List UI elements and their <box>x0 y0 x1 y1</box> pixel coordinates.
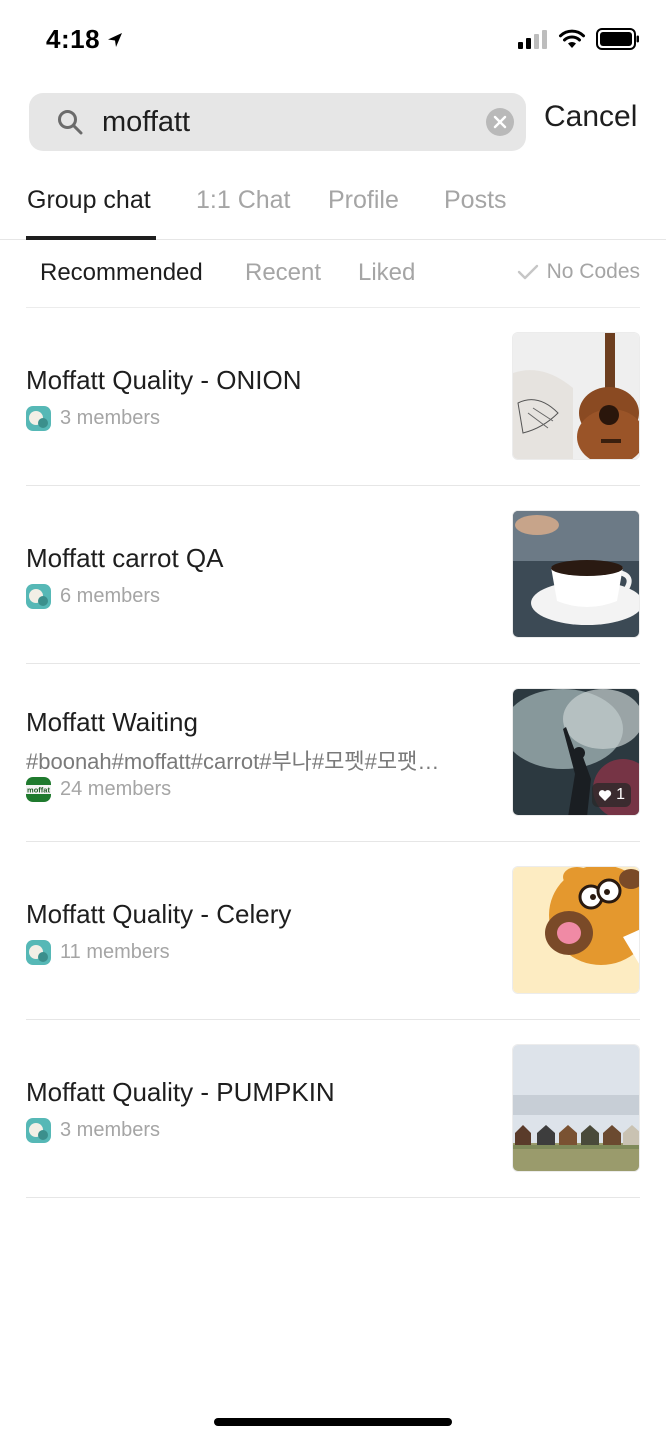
chat-meta: 3 members <box>26 1118 160 1143</box>
tab-group-chat[interactable]: Group chat <box>27 186 151 215</box>
chat-thumbnail <box>512 1044 640 1172</box>
tab-profile[interactable]: Profile <box>328 186 399 215</box>
filter-recent[interactable]: Recent <box>245 259 321 287</box>
member-count: 11 members <box>60 941 170 963</box>
battery-icon <box>596 28 639 50</box>
home-indicator[interactable] <box>214 1418 452 1426</box>
chat-thumbnail <box>512 510 640 638</box>
like-badge: 1 <box>592 783 631 807</box>
chat-meta: 3 members <box>26 406 160 431</box>
no-codes-toggle[interactable]: No Codes <box>517 260 640 284</box>
status-time: 4:18 <box>46 24 124 55</box>
chat-title: Moffatt Quality - ONION <box>26 365 302 395</box>
avatar: moffat <box>26 777 51 802</box>
tab-one-to-one-chat[interactable]: 1:1 Chat <box>196 186 291 215</box>
avatar-logo-text: moffat <box>27 786 50 795</box>
status-time-text: 4:18 <box>46 24 101 54</box>
chat-hashtags: #boonah#moffatt#carrot#부나#모펫#모팻… <box>26 749 440 774</box>
member-count: 24 members <box>60 778 172 800</box>
avatar <box>26 1118 51 1143</box>
member-count: 3 members <box>60 407 161 429</box>
tab-posts[interactable]: Posts <box>444 186 507 215</box>
checkmark-icon <box>517 264 538 280</box>
cellular-signal-icon <box>518 30 547 49</box>
row-divider <box>26 1197 640 1198</box>
chat-meta: 6 members <box>26 584 160 609</box>
cancel-button[interactable]: Cancel <box>544 100 637 134</box>
chat-meta: moffat 24 members <box>26 777 171 802</box>
chat-thumbnail <box>512 332 640 460</box>
list-item[interactable]: Moffatt Waiting #boonah#moffatt#carrot#부… <box>0 664 666 842</box>
search-input[interactable] <box>102 98 472 146</box>
close-icon <box>493 115 507 129</box>
chat-title: Moffatt carrot QA <box>26 543 224 573</box>
like-count: 1 <box>616 786 625 803</box>
status-bar: 4:18 <box>0 0 666 80</box>
avatar <box>26 940 51 965</box>
chat-thumbnail: 1 <box>512 688 640 816</box>
clear-search-icon[interactable] <box>486 108 514 136</box>
list-item[interactable]: Moffatt Quality - PUMPKIN 3 members <box>0 1020 666 1198</box>
sort-filters: Recommended Recent Liked No Codes <box>0 240 666 308</box>
chat-title: Moffatt Waiting <box>26 707 198 737</box>
status-icons <box>518 28 640 50</box>
chat-title: Moffatt Quality - PUMPKIN <box>26 1077 335 1107</box>
member-count: 3 members <box>60 1119 161 1141</box>
avatar <box>26 406 51 431</box>
member-count: 6 members <box>60 585 161 607</box>
chat-thumbnail <box>512 866 640 994</box>
heart-icon <box>598 789 612 801</box>
chat-title: Moffatt Quality - Celery <box>26 899 292 929</box>
search-icon <box>58 110 83 135</box>
wifi-icon <box>559 29 585 48</box>
list-item[interactable]: Moffatt Quality - Celery 11 members <box>0 842 666 1020</box>
location-arrow-icon <box>108 32 123 47</box>
search-tabs: Group chat 1:1 Chat Profile Posts <box>0 180 666 240</box>
list-item[interactable]: Moffatt carrot QA 6 members <box>0 486 666 664</box>
avatar <box>26 584 51 609</box>
chat-meta: 11 members <box>26 940 170 965</box>
list-item[interactable]: Moffatt Quality - ONION 3 members <box>0 308 666 486</box>
filter-liked[interactable]: Liked <box>358 259 415 287</box>
no-codes-label: No Codes <box>546 260 640 283</box>
filter-recommended[interactable]: Recommended <box>40 259 203 287</box>
